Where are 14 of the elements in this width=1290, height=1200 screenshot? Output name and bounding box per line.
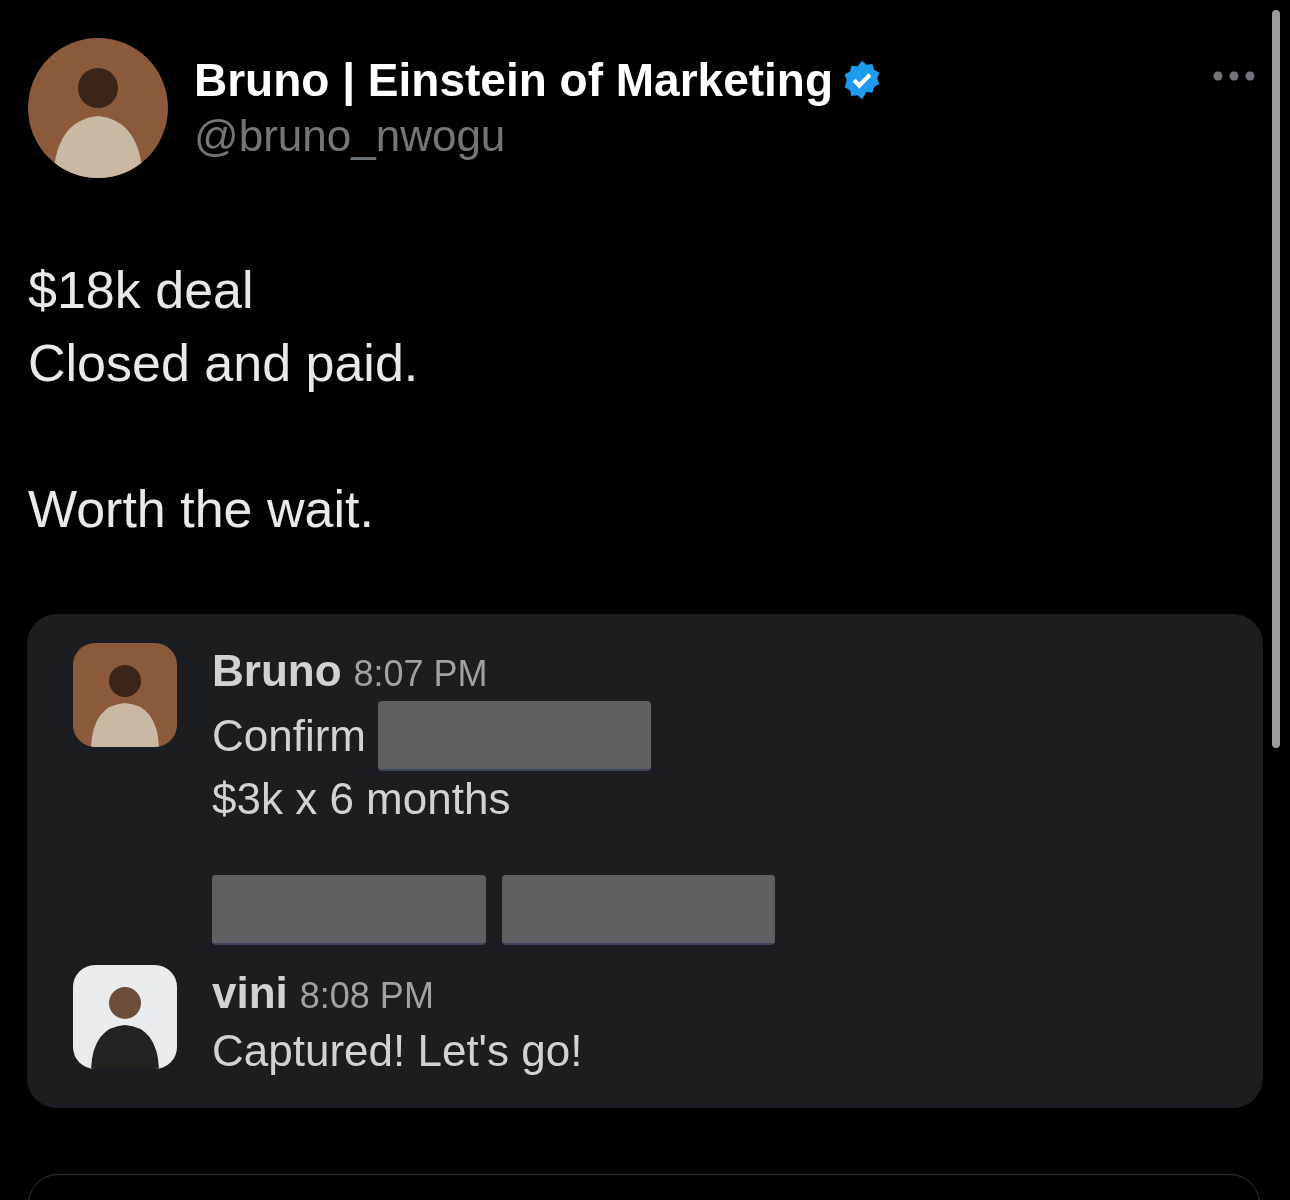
author-handle[interactable]: @bruno_nwogu xyxy=(194,108,1212,164)
message-time: 8:07 PM xyxy=(353,652,488,696)
sender-name: vini xyxy=(212,967,288,1019)
tweet-text: Worth the wait. xyxy=(28,479,375,540)
tweet-text: Closed and paid. xyxy=(28,333,420,394)
message-text: Captured! Let's go! xyxy=(212,1025,583,1077)
tweet-text: $18k deal xyxy=(28,260,255,321)
author-name[interactable]: Bruno | Einstein of Marketing xyxy=(194,52,833,108)
sender-name: Bruno xyxy=(212,645,342,697)
message-text: Confirm xyxy=(212,710,367,762)
message-time: 8:08 PM xyxy=(299,974,434,1018)
message-text: $3k x 6 months xyxy=(212,773,512,825)
more-options-icon[interactable] xyxy=(1212,70,1256,82)
scrollbar[interactable] xyxy=(1272,10,1280,748)
